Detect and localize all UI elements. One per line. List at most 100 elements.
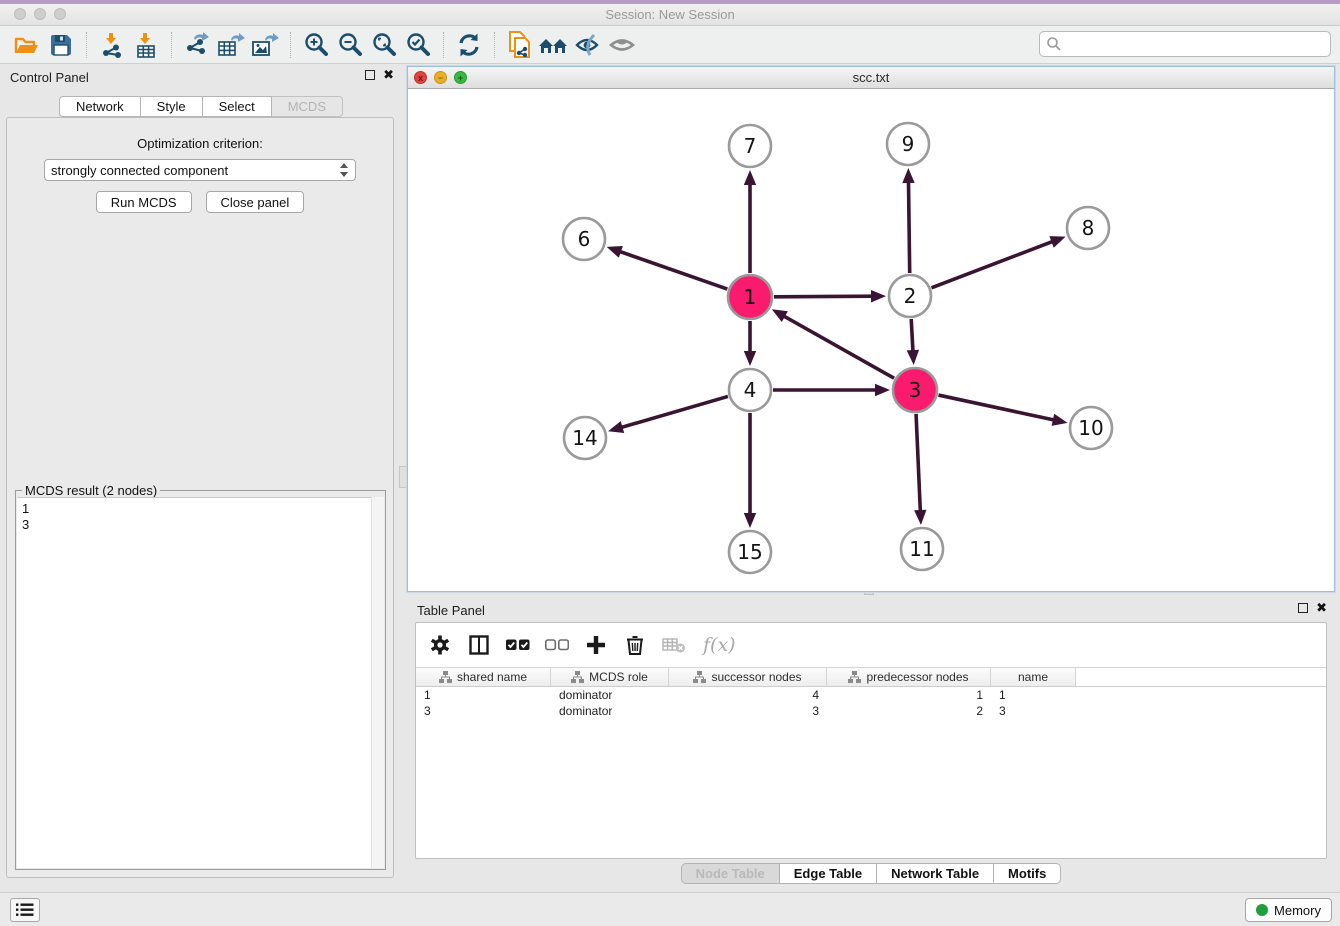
edge-3-10[interactable]: [938, 395, 1055, 420]
float-table-panel-icon[interactable]: [1298, 603, 1308, 613]
clone-network-button[interactable]: [503, 30, 537, 60]
column-type-icon: [439, 671, 452, 683]
close-panel-icon[interactable]: ✖: [383, 70, 394, 80]
table-cell[interactable]: 1: [991, 687, 1076, 703]
table-cell[interactable]: 1: [827, 687, 991, 703]
edge-2-3[interactable]: [911, 319, 913, 353]
refresh-button[interactable]: [452, 30, 486, 60]
edge-1-2[interactable]: [774, 296, 874, 297]
zoom-in-icon: [303, 32, 329, 58]
home-layout-button[interactable]: [537, 30, 571, 60]
select-all-icon: [506, 638, 530, 652]
status-bar: Memory: [0, 892, 1340, 926]
memory-label: Memory: [1274, 903, 1321, 918]
delete-column-button[interactable]: [623, 633, 647, 657]
table-cell[interactable]: 3: [669, 703, 827, 719]
column-header-shared-name[interactable]: shared name: [416, 668, 551, 686]
eye-icon: [608, 33, 636, 57]
memory-button[interactable]: Memory: [1245, 898, 1332, 922]
deselect-all-icon: [545, 638, 569, 652]
split-pane-button[interactable]: [467, 633, 491, 657]
edge-1-6[interactable]: [618, 251, 727, 289]
vertical-splitter-handle[interactable]: [399, 466, 407, 488]
search-field[interactable]: [1039, 31, 1331, 57]
table-cell[interactable]: 3: [991, 703, 1076, 719]
edge-2-9[interactable]: [908, 180, 909, 273]
table-header-row: shared name MCDS role successor nodesprede…: [416, 667, 1326, 687]
table-row[interactable]: 3dominator323: [416, 703, 1326, 719]
deselect-all-button[interactable]: [545, 633, 569, 657]
tab-mcds[interactable]: MCDS: [272, 96, 343, 117]
toolbar-separator: [494, 32, 495, 58]
table-cell[interactable]: 2: [827, 703, 991, 719]
float-panel-icon[interactable]: [365, 70, 375, 80]
tab-select[interactable]: Select: [203, 96, 272, 117]
hide-panel-button[interactable]: [571, 30, 605, 60]
select-all-button[interactable]: [506, 633, 530, 657]
table-cell[interactable]: 4: [669, 687, 827, 703]
mcds-panel: Optimization criterion: strongly connect…: [6, 117, 394, 878]
show-panel-button[interactable]: [605, 30, 639, 60]
table-row[interactable]: 1dominator411: [416, 687, 1326, 703]
network-canvas[interactable]: 7968124314101511: [408, 89, 1334, 591]
open-folder-icon: [14, 33, 40, 57]
network-graph[interactable]: 7968124314101511: [408, 89, 1334, 591]
window-title: Session: New Session: [0, 7, 1340, 22]
search-input[interactable]: [1062, 34, 1330, 54]
network-window-titlebar[interactable]: x − + scc.txt: [408, 67, 1334, 89]
table-cell[interactable]: dominator: [551, 703, 669, 719]
task-history-button[interactable]: [10, 898, 40, 922]
mcds-result-group: MCDS result (2 nodes) 1 3: [15, 490, 386, 870]
edge-4-14[interactable]: [620, 396, 728, 428]
graph-node-label: 6: [578, 227, 591, 251]
refresh-icon: [456, 32, 482, 58]
result-scrollbar[interactable]: [371, 497, 384, 868]
control-panel-tabs: NetworkStyleSelectMCDS: [0, 96, 402, 117]
main-toolbar: [0, 26, 1340, 64]
import-table-button[interactable]: [129, 30, 163, 60]
column-header-successor-nodes[interactable]: successor nodes: [669, 668, 827, 686]
table-settings-button[interactable]: [428, 633, 452, 657]
zoom-selected-button[interactable]: [401, 30, 435, 60]
save-session-button[interactable]: [44, 30, 78, 60]
edge-2-8[interactable]: [931, 241, 1054, 288]
tab-style[interactable]: Style: [141, 96, 203, 117]
column-header-MCDS-role[interactable]: MCDS role: [551, 668, 669, 686]
column-header-label: MCDS role: [589, 670, 648, 684]
column-header-name[interactable]: name: [991, 668, 1076, 686]
import-network-button[interactable]: [95, 30, 129, 60]
export-table-button[interactable]: [214, 30, 248, 60]
graph-node-label: 4: [744, 378, 757, 402]
zoom-in-button[interactable]: [299, 30, 333, 60]
edge-arrowhead: [608, 421, 624, 433]
edge-3-11[interactable]: [916, 414, 920, 513]
run-mcds-button[interactable]: Run MCDS: [96, 191, 192, 213]
tab-node-table[interactable]: Node Table: [681, 863, 780, 884]
zoom-fit-icon: [371, 32, 397, 58]
edge-3-1[interactable]: [782, 315, 894, 378]
zoom-fit-button[interactable]: [367, 30, 401, 60]
mcds-result-text[interactable]: 1 3: [17, 497, 384, 868]
tab-network[interactable]: Network: [59, 96, 141, 117]
tab-network-table[interactable]: Network Table: [877, 863, 994, 884]
close-table-panel-icon[interactable]: ✖: [1316, 603, 1327, 613]
table-cell[interactable]: 3: [416, 703, 551, 719]
criterion-dropdown[interactable]: strongly connected component: [44, 159, 356, 181]
edge-arrowhead: [744, 351, 756, 366]
function-icon: f(x): [701, 633, 739, 657]
export-image-button[interactable]: [248, 30, 282, 60]
node-table-container: f(x) shared name MCDS role successor nodes…: [415, 622, 1327, 859]
close-panel-button[interactable]: Close panel: [206, 191, 305, 213]
tab-edge-table[interactable]: Edge Table: [780, 863, 877, 884]
table-cell[interactable]: 1: [416, 687, 551, 703]
edge-arrowhead: [907, 350, 919, 365]
column-header-predecessor-nodes[interactable]: predecessor nodes: [827, 668, 991, 686]
zoom-selected-icon: [405, 32, 431, 58]
export-table-icon: [217, 32, 245, 58]
table-cell[interactable]: dominator: [551, 687, 669, 703]
open-session-button[interactable]: [10, 30, 44, 60]
export-network-button[interactable]: [180, 30, 214, 60]
zoom-out-button[interactable]: [333, 30, 367, 60]
tab-motifs[interactable]: Motifs: [994, 863, 1061, 884]
add-column-button[interactable]: [584, 633, 608, 657]
